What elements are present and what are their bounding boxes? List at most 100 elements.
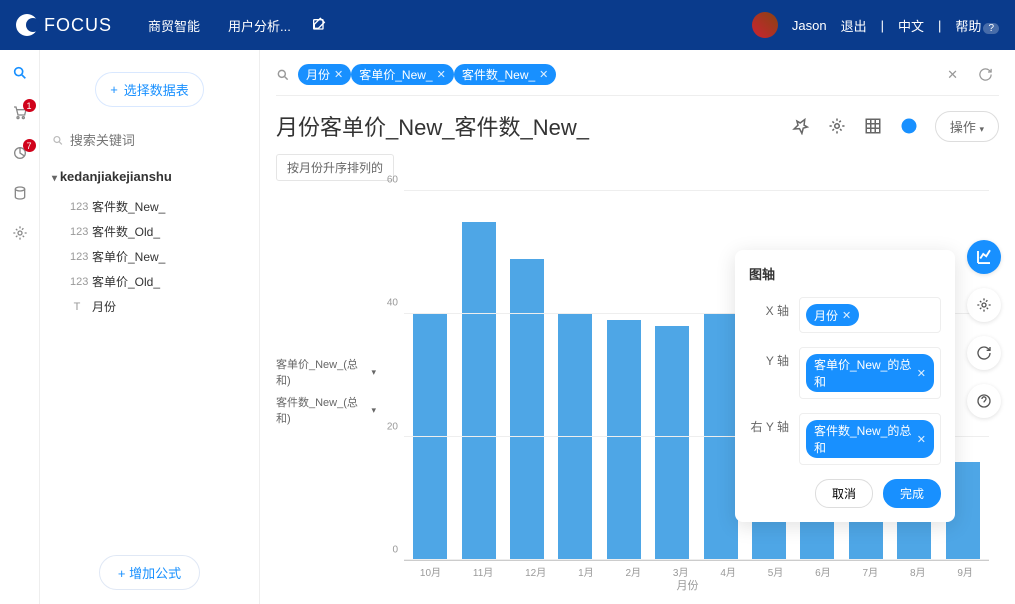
bar[interactable] xyxy=(413,314,447,560)
logo-text: FOCUS xyxy=(44,15,112,36)
left-rail: 1 7 xyxy=(0,50,40,604)
username[interactable]: Jason xyxy=(792,18,827,33)
field-type-icon: 123 xyxy=(70,251,84,263)
remove-icon[interactable]: ✕ xyxy=(842,309,851,322)
field-label: 客件数_New_ xyxy=(92,198,165,215)
logo-icon xyxy=(16,14,38,36)
bar[interactable] xyxy=(655,326,689,560)
bar[interactable] xyxy=(558,314,592,560)
x-tick: 6月 xyxy=(815,564,831,579)
bar[interactable] xyxy=(704,314,738,560)
y-tick: 20 xyxy=(387,421,398,432)
language-toggle[interactable]: 中文 xyxy=(898,16,924,35)
select-table-button[interactable]: + 选择数据表 xyxy=(95,72,204,107)
sort-chip[interactable]: 按月份升序排列的 xyxy=(276,154,394,181)
rail-db-icon[interactable] xyxy=(11,184,29,202)
field-type-icon: 123 xyxy=(70,276,84,288)
x-tick: 9月 xyxy=(957,564,973,579)
search-icon[interactable] xyxy=(276,68,290,82)
plus-icon: + xyxy=(110,82,118,97)
help-chart-icon[interactable] xyxy=(967,384,1001,418)
page-title: 月份客单价_New_客件数_New_ xyxy=(276,110,589,142)
pin-icon[interactable] xyxy=(791,116,811,136)
x-tick: 8月 xyxy=(910,564,926,579)
rail-chart-icon[interactable]: 7 xyxy=(11,144,29,162)
chart-legend: 客单价_New_(总和)▾ 客件数_New_(总和)▾ xyxy=(276,191,376,591)
nav-item-bi[interactable]: 商贸智能 xyxy=(148,16,200,35)
logout-link[interactable]: 退出 xyxy=(841,16,867,35)
cancel-button[interactable]: 取消 xyxy=(815,479,873,508)
y-axis-label: Y 轴 xyxy=(749,347,789,369)
x-tick: 1月 xyxy=(578,564,594,579)
axis-panel: 图轴 X 轴 月份✕ Y 轴 客单价_New_的总和✕ 右 Y 轴 客件数_Ne… xyxy=(735,250,955,522)
query-bar: 月份✕客单价_New_✕客件数_New_✕ ✕ xyxy=(276,64,999,96)
field-search[interactable] xyxy=(52,127,247,155)
field-label: 客单价_New_ xyxy=(92,248,165,265)
y-axis-dropzone[interactable]: 客单价_New_的总和✕ xyxy=(799,347,941,399)
avatar[interactable] xyxy=(752,12,778,38)
field-label: 客件数_Old_ xyxy=(92,223,160,240)
field-item[interactable]: 123 客单价_New_ xyxy=(52,244,247,269)
field-item[interactable]: T月份 xyxy=(52,294,247,319)
x-tick: 4月 xyxy=(720,564,736,579)
right-y-axis-label: 右 Y 轴 xyxy=(749,413,789,435)
main-area: 月份✕客单价_New_✕客件数_New_✕ ✕ 月份客单价_New_客件数_Ne… xyxy=(260,50,1015,604)
gear-icon[interactable] xyxy=(827,116,847,136)
x-tick: 11月 xyxy=(473,564,493,579)
y-tick: 0 xyxy=(392,545,398,556)
x-tick: 12月 xyxy=(525,564,546,579)
legend-item-1[interactable]: 客件数_New_(总和)▾ xyxy=(276,394,376,426)
field-type-icon: T xyxy=(70,301,84,313)
x-axis-pill[interactable]: 月份✕ xyxy=(806,304,859,326)
bar[interactable] xyxy=(607,320,641,560)
x-tick: 2月 xyxy=(626,564,642,579)
rail-cart-icon[interactable]: 1 xyxy=(11,104,29,122)
x-tick: 7月 xyxy=(863,564,879,579)
field-item[interactable]: 123 客单价_Old_ xyxy=(52,269,247,294)
remove-icon[interactable]: ✕ xyxy=(917,367,926,380)
legend-item-0[interactable]: 客单价_New_(总和)▾ xyxy=(276,356,376,388)
clear-query-icon[interactable]: ✕ xyxy=(941,67,964,83)
field-item[interactable]: 123客件数_New_ xyxy=(52,194,247,219)
axis-config-icon[interactable] xyxy=(967,240,1001,274)
field-type-icon: 123 xyxy=(70,226,84,238)
panel-title: 图轴 xyxy=(749,264,941,283)
remove-icon[interactable]: ✕ xyxy=(539,68,548,81)
refresh-icon[interactable] xyxy=(972,67,999,82)
header-right: Jason 退出 | 中文 | 帮助? xyxy=(752,12,999,38)
remove-icon[interactable]: ✕ xyxy=(334,68,343,81)
nav-item-user-analysis[interactable]: 用户分析... xyxy=(228,16,291,35)
edit-icon[interactable] xyxy=(311,17,327,33)
chart-settings-icon[interactable] xyxy=(967,288,1001,322)
operate-button[interactable]: 操作 ▾ xyxy=(935,111,999,142)
rail-search-icon[interactable] xyxy=(11,64,29,82)
field-label: 客单价_Old_ xyxy=(92,273,160,290)
remove-icon[interactable]: ✕ xyxy=(437,68,446,81)
y-axis-pill[interactable]: 客单价_New_的总和✕ xyxy=(806,354,934,392)
y-tick: 40 xyxy=(387,298,398,309)
bar[interactable] xyxy=(462,222,496,560)
rail-badge-2: 7 xyxy=(23,139,36,152)
refresh-chart-icon[interactable] xyxy=(967,336,1001,370)
field-search-input[interactable] xyxy=(70,133,247,148)
done-button[interactable]: 完成 xyxy=(883,479,941,508)
add-formula-button[interactable]: + 增加公式 xyxy=(99,555,200,590)
right-y-axis-dropzone[interactable]: 客件数_New_的总和✕ xyxy=(799,413,941,465)
table-icon[interactable] xyxy=(863,116,883,136)
query-pill[interactable]: 客单价_New_✕ xyxy=(351,64,454,85)
x-axis-dropzone[interactable]: 月份✕ xyxy=(799,297,941,333)
table-node[interactable]: kedanjiakejianshu xyxy=(52,169,247,184)
top-nav: 商贸智能 用户分析... xyxy=(148,16,291,35)
rail-settings-icon[interactable] xyxy=(11,224,29,242)
rail-badge-1: 1 xyxy=(23,99,36,112)
field-item[interactable]: 123 客件数_Old_ xyxy=(52,219,247,244)
chart-type-icon[interactable] xyxy=(899,116,919,136)
query-pill[interactable]: 客件数_New_✕ xyxy=(454,64,557,85)
app-header: FOCUS 商贸智能 用户分析... Jason 退出 | 中文 | 帮助? xyxy=(0,0,1015,50)
x-axis-label: X 轴 xyxy=(749,297,789,319)
query-pill[interactable]: 月份✕ xyxy=(298,64,351,85)
remove-icon[interactable]: ✕ xyxy=(917,433,926,446)
help-link[interactable]: 帮助? xyxy=(955,16,999,35)
bar[interactable] xyxy=(510,259,544,560)
right-y-axis-pill[interactable]: 客件数_New_的总和✕ xyxy=(806,420,934,458)
